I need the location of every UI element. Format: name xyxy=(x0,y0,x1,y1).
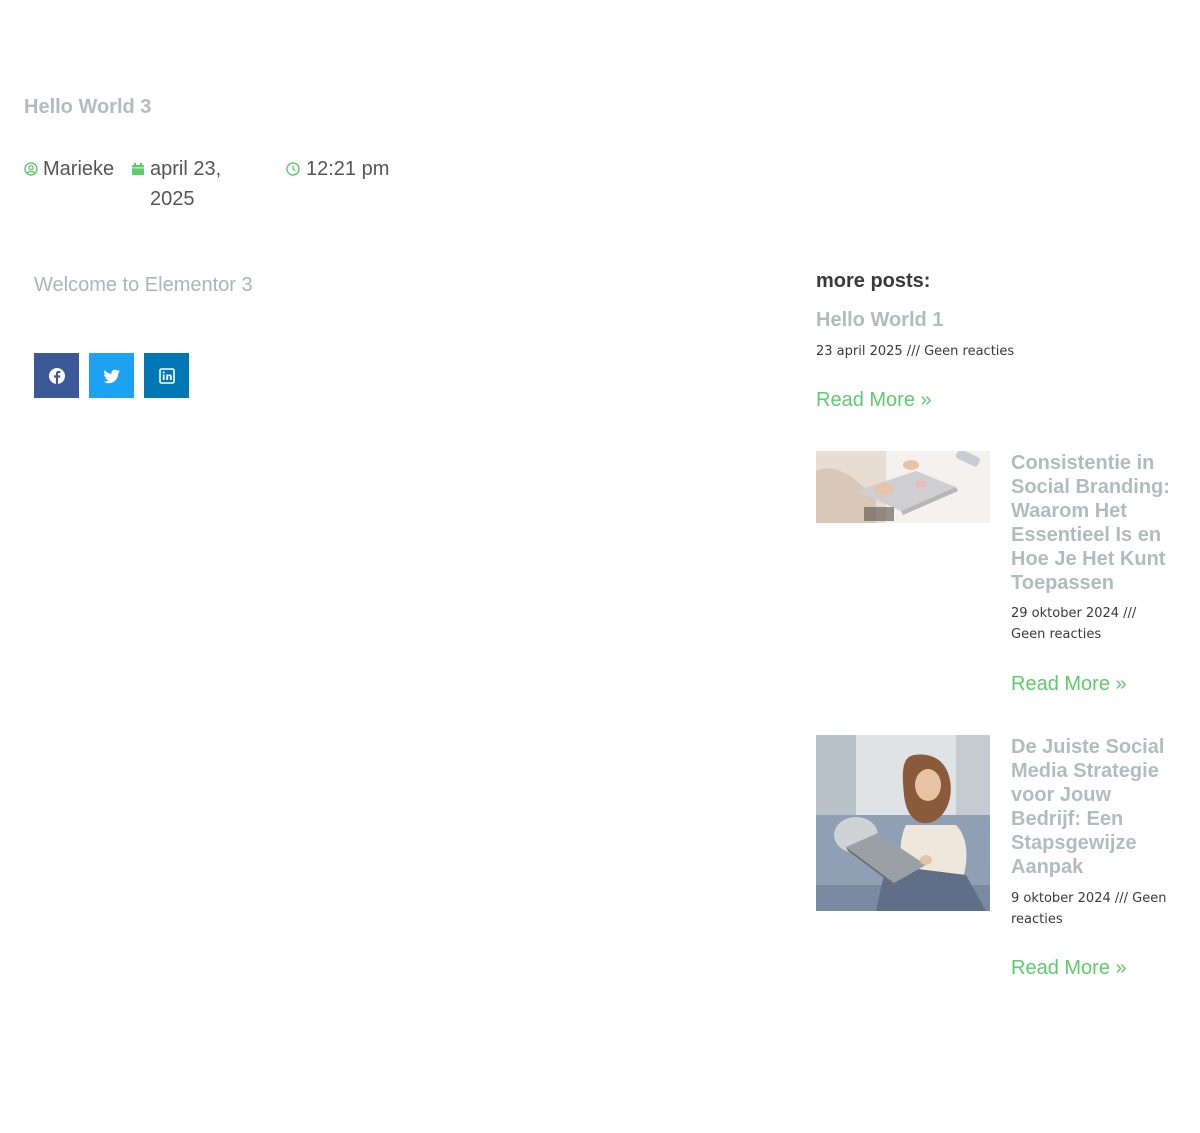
more-posts-heading: more posts: xyxy=(816,270,931,292)
post-author[interactable]: Marieke xyxy=(24,154,114,184)
related-post-title[interactable]: Hello World 1 xyxy=(816,308,1186,332)
linkedin-icon xyxy=(158,367,175,384)
share-facebook-button[interactable] xyxy=(34,353,79,398)
post-author-name: Marieke xyxy=(43,158,115,180)
related-post-title[interactable]: De Juiste Social Media Strategie voor Jo… xyxy=(1011,735,1181,879)
read-more-link[interactable]: Read More » xyxy=(816,389,932,412)
read-more-link[interactable]: Read More » xyxy=(1011,957,1127,980)
share-twitter-button[interactable] xyxy=(89,353,134,398)
post-time-value: 12:21 pm xyxy=(306,158,390,180)
related-post-thumbnail[interactable] xyxy=(816,451,990,523)
clock-icon xyxy=(286,162,300,176)
post-title: Hello World 3 xyxy=(24,96,152,118)
related-post-title[interactable]: Consistentie in Social Branding: Waarom … xyxy=(1011,451,1181,595)
twitter-icon xyxy=(103,369,120,383)
calendar-icon xyxy=(132,163,144,175)
facebook-icon xyxy=(48,367,65,384)
related-post-meta: 23 april 2025 /// Geen reacties xyxy=(816,344,1015,359)
post-date-value: april 23, 2025 xyxy=(150,158,222,210)
share-linkedin-button[interactable] xyxy=(144,353,189,398)
user-circle-icon xyxy=(24,162,38,176)
related-post-meta: 29 oktober 2024 /// Geen reacties xyxy=(1011,606,1137,642)
post-time: 12:21 pm xyxy=(286,154,389,184)
related-post-meta: 9 oktober 2024 /// Geen reacties xyxy=(1011,891,1167,927)
read-more-link[interactable]: Read More » xyxy=(1011,673,1127,696)
related-post-thumbnail[interactable] xyxy=(816,735,990,911)
laptop-hands-photo xyxy=(816,451,990,523)
post-date[interactable]: april 23, 2025 xyxy=(131,154,260,214)
woman-on-sofa-photo xyxy=(816,735,990,911)
post-intro: Welcome to Elementor 3 xyxy=(34,274,253,296)
